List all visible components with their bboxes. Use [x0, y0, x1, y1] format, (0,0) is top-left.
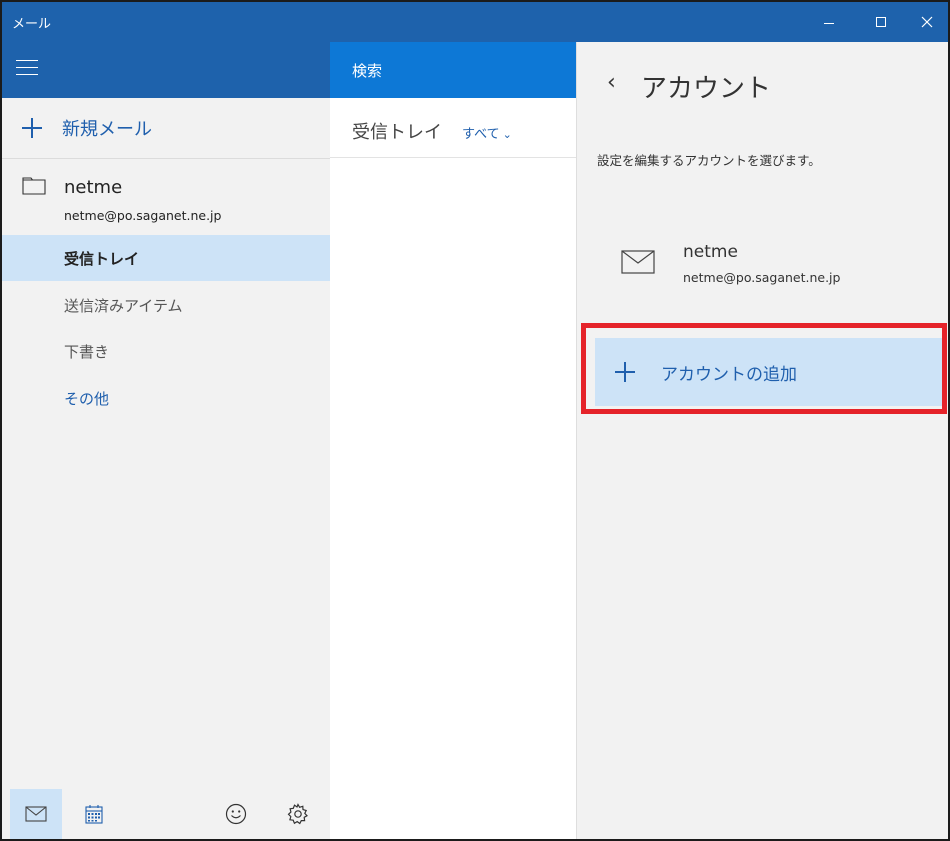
folder-label: 送信済みアイテム — [64, 296, 183, 315]
settings-title: アカウント — [641, 74, 772, 104]
smiley-icon — [225, 803, 247, 825]
mail-icon — [25, 806, 47, 822]
account-item[interactable]: netme netme@po.saganet.ne.jp — [577, 232, 948, 302]
account-item-email: netme@po.saganet.ne.jp — [683, 270, 841, 285]
close-icon — [921, 16, 933, 28]
folder-drafts[interactable]: 下書き — [2, 328, 330, 374]
folder-label: その他 — [64, 389, 110, 408]
message-list-header: 受信トレイ すべて ⌄ — [330, 98, 576, 158]
maximize-button[interactable] — [858, 2, 904, 42]
calendar-switch-button[interactable] — [68, 789, 120, 839]
folder-inbox[interactable]: 受信トレイ — [2, 235, 330, 281]
chevron-down-icon: ⌄ — [502, 128, 512, 141]
minimize-icon — [824, 22, 834, 24]
account-name: netme — [64, 177, 123, 198]
mail-app-window: メール 新規メール netme netme@po.saganet.ne.jp 受… — [0, 0, 950, 841]
new-mail-label: 新規メール — [62, 119, 152, 140]
calendar-icon — [85, 805, 103, 824]
folder-label: 下書き — [64, 342, 110, 361]
new-mail-button[interactable]: 新規メール — [2, 98, 330, 158]
gear-icon — [287, 803, 308, 825]
envelope-icon — [621, 250, 655, 274]
close-button[interactable] — [904, 2, 948, 42]
hamburger-menu-icon[interactable] — [16, 60, 38, 76]
account-item-name: netme — [683, 242, 738, 262]
nav-header — [2, 42, 330, 98]
folder-icon — [22, 177, 46, 195]
folder-sent-items[interactable]: 送信済みアイテム — [2, 282, 330, 328]
minimize-button[interactable] — [806, 2, 852, 42]
maximize-icon — [876, 17, 886, 27]
filter-label: すべて — [462, 127, 500, 142]
account-header[interactable]: netme netme@po.saganet.ne.jp — [2, 167, 330, 232]
navigation-pane: 新規メール netme netme@po.saganet.ne.jp 受信トレイ… — [2, 42, 330, 839]
settings-button[interactable] — [272, 789, 324, 839]
filter-dropdown[interactable]: すべて ⌄ — [462, 123, 512, 142]
message-list-pane: 検索 受信トレイ すべて ⌄ — [330, 42, 576, 839]
accounts-settings-pane: ‹ アカウント 設定を編集するアカウントを選びます。 netme netme@p… — [576, 42, 948, 839]
folder-label: 受信トレイ — [64, 249, 140, 268]
back-arrow-icon[interactable]: ‹ — [607, 70, 616, 95]
mail-switch-button[interactable] — [10, 789, 62, 839]
account-email: netme@po.saganet.ne.jp — [64, 208, 222, 223]
app-title: メール — [12, 17, 52, 32]
plus-icon — [22, 118, 42, 138]
feedback-button[interactable] — [210, 789, 262, 839]
search-label: 検索 — [352, 62, 383, 80]
title-bar: メール — [2, 2, 948, 42]
inbox-title: 受信トレイ — [352, 122, 442, 143]
divider — [2, 158, 330, 159]
highlight-box — [581, 323, 947, 414]
search-box[interactable]: 検索 — [330, 42, 576, 98]
settings-header: ‹ アカウント — [577, 42, 948, 132]
folder-more[interactable]: その他 — [2, 375, 330, 421]
app-switcher-bar — [2, 789, 330, 839]
settings-description: 設定を編集するアカウントを選びます。 — [597, 153, 821, 168]
